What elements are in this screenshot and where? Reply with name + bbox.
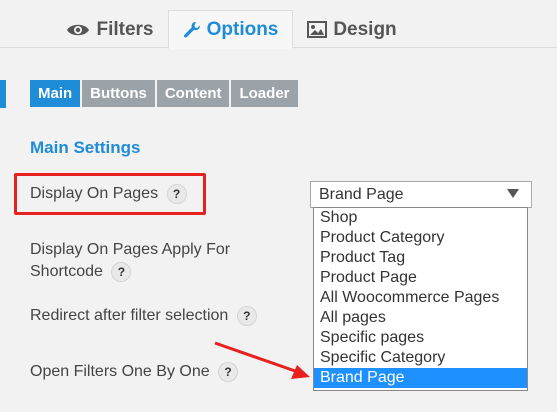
dropdown-option[interactable]: All Woocommerce Pages	[314, 288, 527, 308]
subtab-loader[interactable]: Loader	[231, 80, 298, 107]
display-on-pages-select[interactable]: Brand Page	[310, 181, 532, 208]
dropdown-option[interactable]: Specific Category	[314, 348, 527, 368]
setting-label: Redirect after filter selection	[30, 307, 229, 324]
help-icon[interactable]: ?	[236, 305, 257, 326]
section-title: Main Settings	[30, 138, 141, 157]
dropdown-option[interactable]: Product Page	[314, 268, 527, 288]
tab-design[interactable]: Design	[302, 10, 402, 49]
subtab-buttons[interactable]: Buttons	[82, 80, 155, 107]
help-icon[interactable]: ?	[111, 261, 132, 282]
setting-label: Display On Pages Apply For	[30, 241, 231, 258]
subtab-content[interactable]: Content	[156, 80, 230, 107]
dropdown-option[interactable]: Specific pages	[314, 328, 527, 348]
wrench-icon	[183, 21, 201, 39]
setting-display-on-pages-shortcode: Display On Pages Apply For Shortcode ?	[30, 239, 230, 283]
sub-tab-bar: Main Buttons Content Loader	[30, 80, 298, 107]
dropdown-option[interactable]: Shop	[314, 208, 527, 228]
tab-filters[interactable]: Filters	[60, 10, 160, 49]
dropdown-option[interactable]: Product Tag	[314, 248, 527, 268]
highlight-annotation	[14, 173, 206, 215]
setting-label: Open Filters One By One	[30, 363, 210, 380]
eye-icon	[66, 22, 90, 38]
setting-open-filters-one-by-one: Open Filters One By One ?	[30, 361, 239, 383]
dropdown-arrow-icon	[507, 189, 519, 198]
dropdown-option[interactable]: Product Category	[314, 228, 527, 248]
top-tab-bar: Filters Options Design	[0, 0, 557, 49]
image-icon	[307, 21, 328, 38]
dropdown-option[interactable]: Brand Page	[314, 368, 527, 388]
help-icon[interactable]: ?	[218, 361, 239, 382]
tab-options[interactable]: Options	[168, 10, 293, 49]
display-on-pages-options: Shop Product Category Product Tag Product P…	[313, 207, 528, 391]
tab-design-label: Design	[333, 18, 397, 40]
select-value: Brand Page	[319, 185, 404, 203]
setting-label: Shortcode	[30, 263, 103, 280]
dropdown-option[interactable]: All pages	[314, 308, 527, 328]
sub-tab-edge-marker	[0, 80, 6, 108]
setting-redirect-after-filter: Redirect after filter selection ?	[30, 305, 257, 327]
subtab-main[interactable]: Main	[30, 80, 81, 107]
tab-filters-label: Filters	[96, 18, 154, 40]
tab-options-label: Options	[206, 18, 279, 40]
